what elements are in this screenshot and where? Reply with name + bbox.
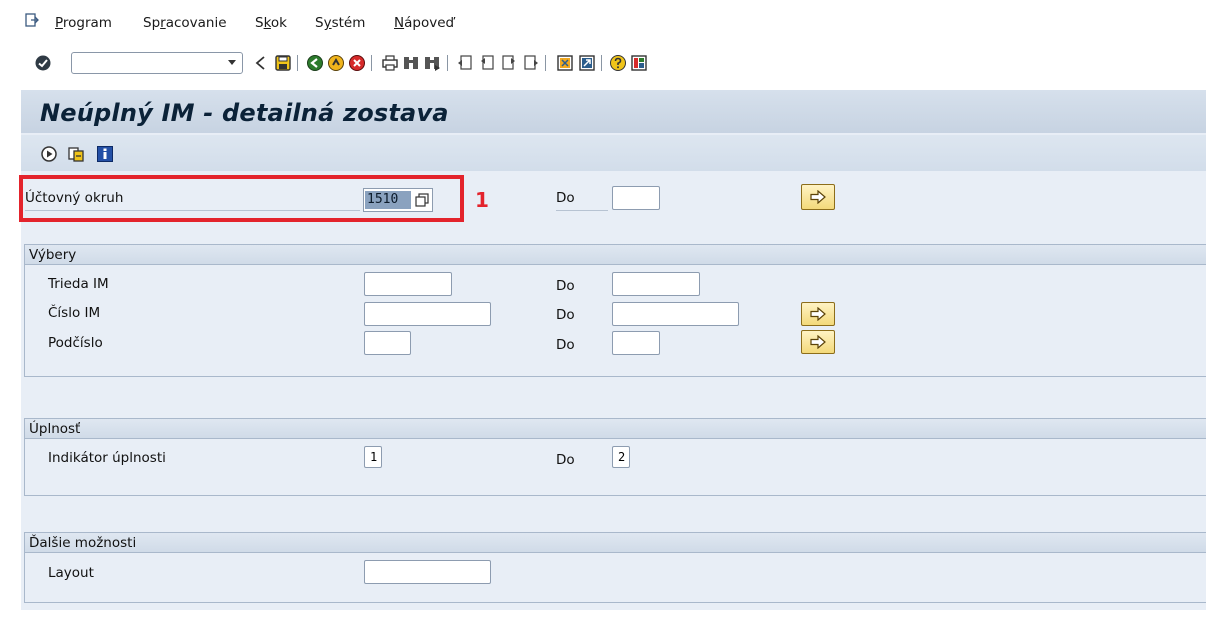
command-field[interactable] bbox=[71, 52, 243, 74]
menu-spracovanie[interactable]: Spracovanie bbox=[143, 15, 227, 31]
page-title: Neúplný IM - detailná zostava bbox=[40, 99, 449, 127]
completeness-to-label: Do bbox=[556, 452, 575, 468]
menu-skok-pre: S bbox=[255, 15, 264, 31]
further-options-group: Ďalšie možnosti bbox=[24, 532, 1206, 603]
last-page-icon[interactable] bbox=[522, 54, 540, 72]
shortcut-icon[interactable] bbox=[578, 54, 596, 72]
info-icon[interactable] bbox=[96, 145, 114, 163]
first-page-icon[interactable] bbox=[456, 54, 474, 72]
menu-program-rest: rogram bbox=[62, 15, 112, 31]
further-options-group-title: Ďalšie možnosti bbox=[25, 533, 1206, 553]
next-page-icon[interactable] bbox=[500, 54, 518, 72]
exit-icon[interactable] bbox=[327, 54, 345, 72]
completeness-from-field[interactable]: 1 bbox=[364, 446, 382, 468]
sub-number-to-label: Do bbox=[556, 337, 575, 353]
print-icon[interactable] bbox=[381, 54, 399, 72]
asset-number-label: Číslo IM bbox=[48, 305, 101, 321]
asset-number-multiple-selection-button[interactable] bbox=[801, 302, 835, 326]
toolbar-separator bbox=[371, 55, 372, 71]
back-nav-icon[interactable] bbox=[306, 54, 324, 72]
sub-number-multiple-selection-button[interactable] bbox=[801, 330, 835, 354]
menu-napoveda-rest: ápoveď bbox=[404, 15, 455, 31]
menu-skok-key: k bbox=[263, 15, 271, 31]
arrow-right-icon bbox=[810, 307, 826, 321]
menu-program[interactable]: Program bbox=[55, 15, 112, 31]
completeness-group-title: Úplnosť bbox=[25, 419, 1206, 439]
menu-napoveda-key: N bbox=[394, 15, 405, 31]
menu-system[interactable]: Systém bbox=[315, 15, 365, 31]
asset-number-to-label: Do bbox=[556, 307, 575, 323]
sub-number-to-field[interactable] bbox=[612, 331, 660, 355]
find-next-icon[interactable] bbox=[423, 54, 441, 72]
asset-class-label: Trieda IM bbox=[48, 276, 109, 292]
execute-icon[interactable] bbox=[40, 145, 58, 163]
company-code-to-label: Do bbox=[556, 190, 575, 206]
toolbar-separator bbox=[601, 55, 602, 71]
completeness-to-field[interactable]: 2 bbox=[612, 446, 630, 468]
application-toolbar bbox=[21, 135, 1206, 171]
help-icon[interactable] bbox=[609, 54, 627, 72]
arrow-right-icon bbox=[810, 190, 826, 204]
new-session-icon[interactable] bbox=[556, 54, 574, 72]
menu-system-rest: stém bbox=[331, 15, 366, 31]
command-dropdown-icon[interactable] bbox=[228, 60, 236, 65]
asset-number-to-field[interactable] bbox=[612, 302, 739, 326]
asset-class-to-label: Do bbox=[556, 278, 575, 294]
arrow-right-icon bbox=[810, 335, 826, 349]
selections-group-title: Výbery bbox=[25, 245, 1206, 265]
menu-spracovanie-pre: Sp bbox=[143, 15, 161, 31]
sub-number-from-field[interactable] bbox=[364, 331, 411, 355]
cancel-icon[interactable] bbox=[348, 54, 366, 72]
sub-number-label: Podčíslo bbox=[48, 335, 103, 351]
check-icon[interactable] bbox=[34, 54, 52, 72]
highlight-box bbox=[19, 175, 464, 222]
layout-field[interactable] bbox=[364, 560, 491, 584]
prev-page-icon[interactable] bbox=[478, 54, 496, 72]
menu-skok[interactable]: Skok bbox=[255, 15, 287, 31]
asset-class-to-field[interactable] bbox=[612, 272, 700, 296]
layout-icon[interactable] bbox=[630, 54, 648, 72]
menu-program-key: P bbox=[55, 15, 63, 31]
company-code-to-field[interactable] bbox=[612, 186, 660, 210]
layout-label: Layout bbox=[48, 565, 94, 581]
annotation-number: 1 bbox=[475, 188, 489, 212]
menu-napoveda[interactable]: Nápoveď bbox=[394, 15, 454, 31]
toolbar-separator bbox=[447, 55, 448, 71]
save-icon[interactable] bbox=[274, 54, 292, 72]
back-icon[interactable] bbox=[252, 54, 270, 72]
asset-number-from-field[interactable] bbox=[364, 302, 491, 326]
completeness-indicator-label: Indikátor úplnosti bbox=[48, 450, 166, 466]
menu-skok-rest: ok bbox=[270, 15, 287, 31]
toolbar-separator bbox=[297, 55, 298, 71]
menu-system-pre: S bbox=[315, 15, 324, 31]
company-code-multiple-selection-button[interactable] bbox=[801, 184, 835, 210]
toolbar-separator bbox=[545, 55, 546, 71]
menu-exit-icon[interactable] bbox=[25, 13, 39, 27]
menu-spracovanie-rest: acovanie bbox=[165, 15, 227, 31]
variant-icon[interactable] bbox=[67, 145, 85, 163]
find-icon[interactable] bbox=[402, 54, 420, 72]
menu-system-key: y bbox=[323, 15, 332, 31]
label-underline bbox=[556, 210, 608, 211]
asset-class-from-field[interactable] bbox=[364, 272, 452, 296]
